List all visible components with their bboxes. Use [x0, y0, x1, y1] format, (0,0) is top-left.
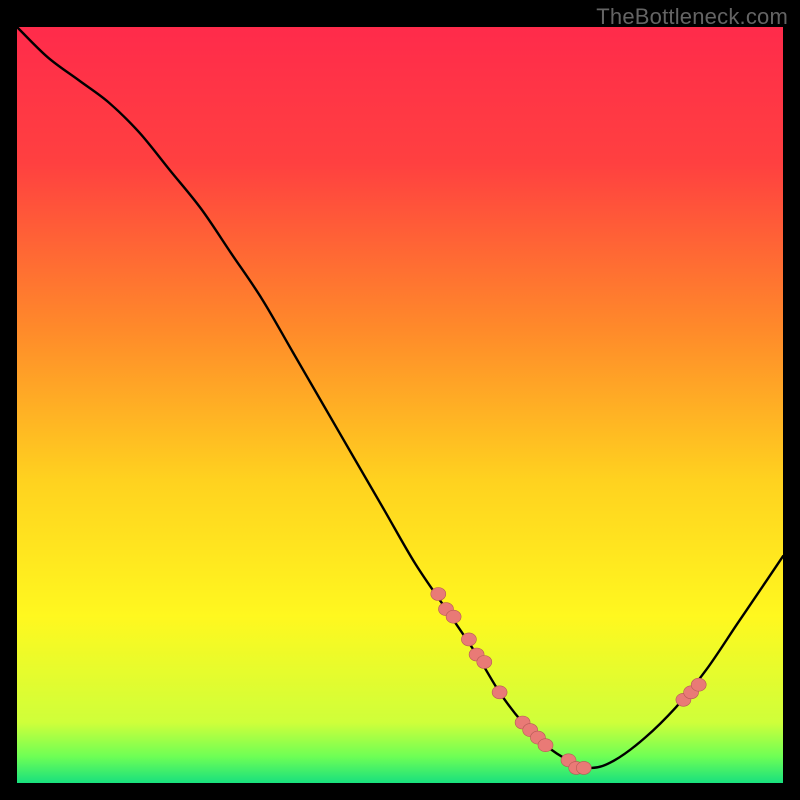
chart-frame: TheBottleneck.com: [0, 0, 800, 800]
marker-point: [576, 761, 591, 774]
marker-point: [461, 633, 476, 646]
watermark-text: TheBottleneck.com: [596, 4, 788, 30]
gradient-background: [17, 27, 783, 783]
chart-svg: [17, 27, 783, 783]
plot-area: [17, 27, 783, 783]
marker-point: [477, 656, 492, 669]
marker-point: [446, 610, 461, 623]
marker-point: [492, 686, 507, 699]
marker-point: [691, 678, 706, 691]
marker-point: [431, 588, 446, 601]
marker-point: [538, 739, 553, 752]
